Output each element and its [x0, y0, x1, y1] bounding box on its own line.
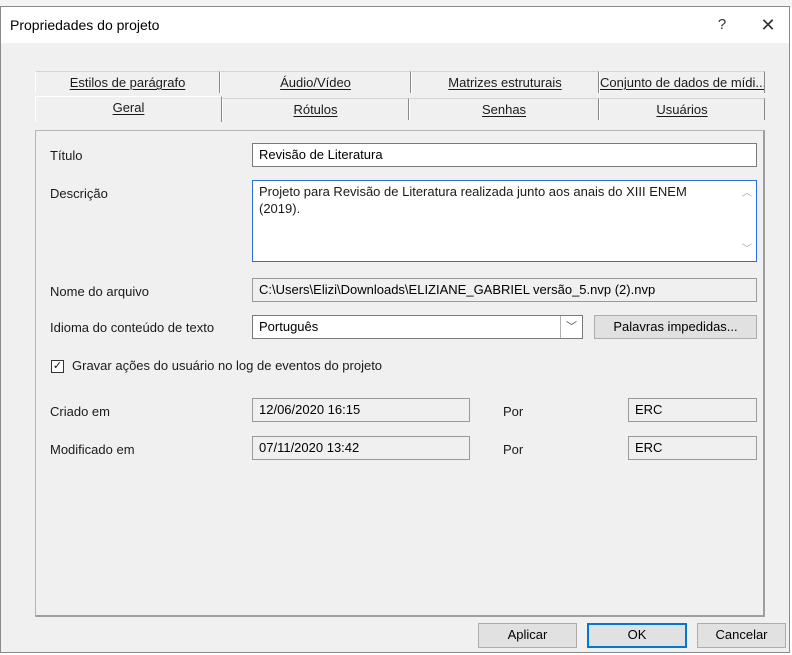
- tab-label: Matrizes estruturais: [448, 75, 562, 90]
- tab-label: Senhas: [481, 102, 527, 117]
- help-button[interactable]: ?: [710, 13, 734, 37]
- title-bar: Propriedades do projeto ? ✕: [1, 7, 789, 43]
- window-title: Propriedades do projeto: [10, 17, 160, 33]
- ok-button[interactable]: OK: [587, 623, 687, 648]
- description-text: Projeto para Revisão de Literatura reali…: [259, 184, 687, 216]
- created-label: Criado em: [50, 404, 110, 419]
- modified-by-field: ERC: [628, 436, 757, 460]
- checkmark-icon: ✓: [52, 360, 63, 372]
- chevron-down-icon[interactable]: ﹀: [560, 316, 582, 338]
- tab-label: Rótulos: [293, 102, 338, 117]
- tab-label: Conjunto de dados de mídi...: [600, 75, 765, 90]
- language-value: Português: [259, 319, 319, 334]
- language-label: Idioma do conteúdo de texto: [50, 320, 215, 335]
- log-checkbox-label: Gravar ações do usuário no log de evento…: [72, 358, 383, 373]
- apply-button[interactable]: Aplicar: [478, 623, 577, 648]
- modified-by-label: Por: [503, 442, 524, 457]
- tab-media-datasets[interactable]: Conjunto de dados de mídi...: [599, 71, 765, 93]
- tab-label: Estilos de parágrafo: [69, 75, 186, 90]
- cancel-button[interactable]: Cancelar: [697, 623, 786, 648]
- title-input[interactable]: Revisão de Literatura: [252, 143, 757, 167]
- language-select[interactable]: Português ﹀: [252, 315, 583, 339]
- close-button[interactable]: ✕: [753, 12, 783, 38]
- tab-label: Áudio/Vídeo: [280, 75, 351, 90]
- description-label: Descrição: [50, 186, 108, 201]
- modified-label: Modificado em: [50, 442, 135, 457]
- modified-date-field: 07/11/2020 13:42: [252, 436, 470, 460]
- tab-users[interactable]: Usuários: [599, 98, 765, 120]
- tab-passwords[interactable]: Senhas: [409, 98, 599, 120]
- title-label: Título: [50, 148, 83, 163]
- created-by-field: ERC: [628, 398, 757, 422]
- tab-label: Usuários: [656, 102, 708, 117]
- tab-structural-matrices[interactable]: Matrizes estruturais: [411, 71, 599, 93]
- stop-words-button[interactable]: Palavras impedidas...: [594, 315, 757, 339]
- tab-general[interactable]: Geral: [35, 96, 222, 122]
- tab-audio-video[interactable]: Áudio/Vídeo: [220, 71, 411, 93]
- project-properties-dialog: Propriedades do projeto ? ✕ Estilos de p…: [0, 6, 790, 653]
- scroll-down-icon[interactable]: ﹀: [741, 241, 753, 258]
- filename-label: Nome do arquivo: [50, 284, 149, 299]
- description-textarea[interactable]: Projeto para Revisão de Literatura reali…: [252, 180, 757, 262]
- tab-labels[interactable]: Rótulos: [222, 98, 409, 120]
- log-checkbox[interactable]: ✓: [51, 360, 64, 373]
- filename-field: C:\Users\Elizi\Downloads\ELIZIANE_GABRIE…: [252, 278, 757, 302]
- scroll-up-icon[interactable]: ︿: [741, 185, 753, 202]
- tab-paragraph-styles[interactable]: Estilos de parágrafo: [35, 71, 220, 93]
- created-by-label: Por: [503, 404, 524, 419]
- created-date-field: 12/06/2020 16:15: [252, 398, 470, 422]
- tab-label: Geral: [112, 100, 145, 115]
